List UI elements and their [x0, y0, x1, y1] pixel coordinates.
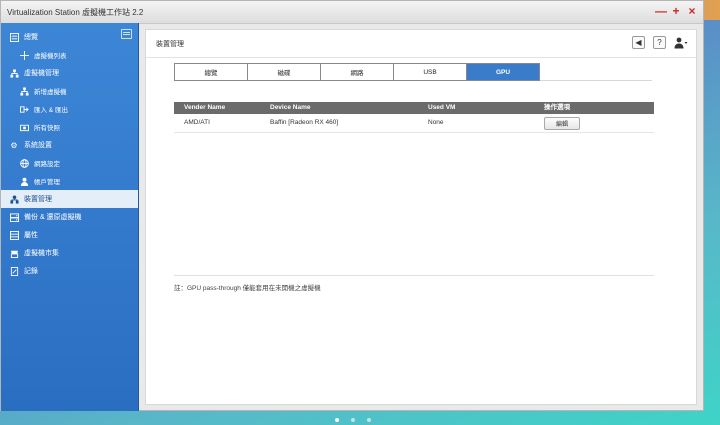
user-icon: [19, 176, 29, 186]
sidebar-item-label: 裝置管理: [24, 196, 52, 203]
sidebar-item-label: 屬性: [24, 232, 38, 239]
sidebar-item-vm-list[interactable]: 虛擬機列表: [1, 46, 138, 64]
tab-network[interactable]: 網路: [321, 64, 394, 80]
header-divider: [146, 57, 696, 58]
sidebar-item-import-export[interactable]: 匯入 & 匯出: [1, 100, 138, 118]
sidebar-item-label: 記錄: [24, 268, 38, 275]
cell-used-vm: None: [428, 119, 444, 126]
device-tabs: 總覽 磁碟 網路 USB GPU: [174, 63, 540, 81]
table-row[interactable]: AMD/ATI Baffin [Radeon RX 460] None 編輯: [174, 114, 654, 133]
cell-vendor: AMD/ATI: [184, 119, 210, 126]
sidebar-item-system-settings[interactable]: ⚙ 系統設置: [1, 136, 138, 154]
column-header-actions: 操作選項: [544, 104, 570, 111]
page-dot[interactable]: [351, 418, 355, 422]
list-icon: [9, 32, 19, 42]
sidebar-item-overview[interactable]: 總覽: [1, 28, 138, 46]
sidebar-item-vm-store[interactable]: 虛擬機市集: [1, 244, 138, 262]
minimize-button[interactable]: —: [655, 4, 667, 18]
main-panel: 裝置管理 ◀ ? 總覽 磁碟 網路 USB GPU Vender Name De…: [145, 29, 697, 405]
close-button[interactable]: ×: [687, 4, 697, 18]
tabs-divider: [540, 80, 652, 81]
sidebar-item-label: 虛擬機管理: [24, 70, 59, 77]
tab-gpu[interactable]: GPU: [467, 64, 539, 80]
sidebar-item-label: 虛擬機列表: [34, 53, 67, 60]
network-icon: [19, 86, 29, 96]
sidebar-item-account-management[interactable]: 帳戶管理: [1, 172, 138, 190]
globe-icon: [19, 158, 29, 168]
store-icon: [9, 248, 19, 258]
sidebar: 總覽 虛擬機列表 虛擬機管理 新增虛擬機 匯入 & 匯出 所有快照 ⚙ 系統設置: [1, 23, 139, 411]
network-icon: [9, 68, 19, 78]
sidebar-item-logs[interactable]: 記錄: [1, 262, 138, 280]
column-header-vendor[interactable]: Vender Name: [184, 102, 225, 114]
top-toolbar: ◀ ?: [632, 36, 688, 49]
sidebar-item-label: 總覽: [24, 34, 38, 41]
window-controls: — + ×: [655, 4, 697, 18]
sidebar-item-device-management[interactable]: 裝置管理: [1, 190, 138, 208]
title-bar[interactable]: Virtualization Station 虛擬機工作站 2.2 — + ×: [1, 1, 703, 24]
window-title: Virtualization Station 虛擬機工作站 2.2: [7, 8, 144, 17]
log-icon: [9, 266, 19, 276]
sidebar-item-backup-restore[interactable]: 備份 & 還原虛擬機: [1, 208, 138, 226]
import-icon: [19, 104, 29, 114]
volume-icon[interactable]: ◀: [632, 36, 645, 49]
plus-icon: [19, 50, 29, 60]
app-window: Virtualization Station 虛擬機工作站 2.2 — + × …: [0, 0, 704, 411]
sidebar-item-properties[interactable]: 屬性: [1, 226, 138, 244]
gear-icon: ⚙: [10, 140, 18, 150]
devices-icon: [9, 194, 19, 204]
sidebar-item-network-settings[interactable]: 網路設定: [1, 154, 138, 172]
gpu-note: 註：GPU pass-through 僅能套用在未開機之虛擬機: [174, 285, 321, 292]
sidebar-item-label: 匯入 & 匯出: [34, 107, 68, 114]
cell-device: Baffin [Radeon RX 460]: [270, 119, 339, 126]
column-header-device[interactable]: Device Name: [270, 102, 310, 114]
sidebar-item-label: 系統設置: [24, 142, 52, 149]
sidebar-item-label: 帳戶管理: [34, 179, 60, 186]
sidebar-item-label: 備份 & 還原虛擬機: [24, 214, 82, 221]
sidebar-item-label: 新增虛擬機: [34, 89, 67, 96]
table-header: Vender Name Device Name Used VM 操作選項: [174, 102, 654, 114]
page-title: 裝置管理: [156, 41, 184, 48]
sidebar-item-label: 網路設定: [34, 161, 60, 168]
maximize-button[interactable]: +: [671, 4, 681, 18]
sidebar-item-label: 虛擬機市集: [24, 250, 59, 257]
edit-button[interactable]: 編輯: [544, 117, 580, 130]
gpu-table: Vender Name Device Name Used VM 操作選項 AMD…: [174, 102, 654, 133]
page-dot[interactable]: [335, 418, 339, 422]
page-dot[interactable]: [367, 418, 371, 422]
user-menu-icon[interactable]: [674, 37, 688, 49]
tab-disk[interactable]: 磁碟: [248, 64, 321, 80]
desktop-page-indicator: [335, 418, 371, 422]
sidebar-item-label: 所有快照: [34, 125, 60, 132]
column-header-used-vm[interactable]: Used VM: [428, 102, 455, 114]
note-divider: [174, 275, 654, 276]
snapshot-icon: [19, 122, 29, 132]
backup-icon: [9, 212, 19, 222]
sidebar-item-all-snapshots[interactable]: 所有快照: [1, 118, 138, 136]
tab-overview[interactable]: 總覽: [175, 64, 248, 80]
tab-usb[interactable]: USB: [394, 64, 467, 80]
sidebar-item-create-vm[interactable]: 新增虛擬機: [1, 82, 138, 100]
sidebar-item-vm-management[interactable]: 虛擬機管理: [1, 64, 138, 82]
properties-icon: [9, 230, 19, 240]
help-icon[interactable]: ?: [653, 36, 666, 49]
